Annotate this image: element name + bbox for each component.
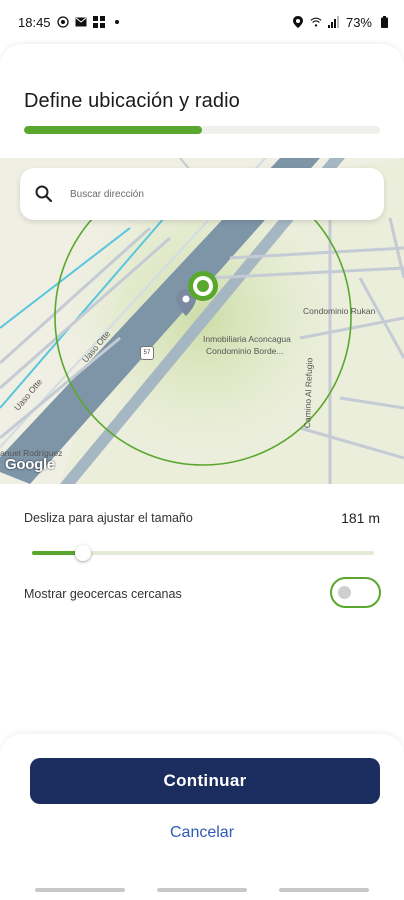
action-footer: Continuar Cancelar (0, 734, 404, 900)
status-time: 18:45 (18, 14, 51, 30)
mail-icon (75, 16, 87, 28)
slider-label: Desliza para ajustar el tamaño (24, 511, 193, 525)
search-icon (35, 185, 53, 203)
battery-icon (378, 16, 390, 28)
progress-fill (24, 126, 202, 134)
battery-level: 73% (345, 14, 372, 30)
progress-bar (24, 126, 380, 134)
radius-slider[interactable] (32, 545, 374, 561)
search-bar[interactable] (20, 168, 384, 220)
slider-thumb[interactable] (75, 545, 92, 561)
map-label-condominio-rukan: Condominio Rukan (303, 306, 376, 316)
location-sheet: Define ubicación y radio Condominio Ruka… (0, 44, 404, 900)
whatsapp-icon (56, 16, 69, 28)
map-label-condominio-borde: Condominio Borde... (206, 346, 284, 356)
status-right: 73% (292, 15, 390, 30)
system-nav-bar (0, 880, 404, 900)
nav-back-button[interactable] (279, 888, 369, 892)
cancel-button[interactable]: Cancelar (0, 824, 404, 842)
radius-value: 181 m (341, 510, 380, 526)
page-title: Define ubicación y radio (24, 90, 240, 112)
wifi-icon (310, 16, 322, 28)
dot-icon (111, 16, 123, 28)
status-left: 18:45 (18, 15, 123, 30)
map-label-inmobiliaria: Inmobiliaria Aconcagua (203, 334, 291, 344)
toggle-knob (338, 586, 351, 599)
status-bar: 18:45 73% (0, 0, 404, 44)
search-input[interactable] (70, 188, 330, 200)
toggle-label: Mostrar geocercas cercanas (24, 587, 182, 601)
geofence-toggle[interactable] (330, 577, 381, 608)
nav-recent-button[interactable] (35, 888, 125, 892)
signal-icon (327, 16, 340, 28)
grid-icon (92, 16, 105, 28)
route-shield-icon: 57 (140, 346, 154, 360)
google-logo: Google (5, 456, 55, 473)
location-icon (292, 16, 304, 28)
nav-home-button[interactable] (157, 888, 247, 892)
location-pin-icon[interactable] (188, 271, 218, 301)
continue-button[interactable]: Continuar (30, 758, 380, 804)
